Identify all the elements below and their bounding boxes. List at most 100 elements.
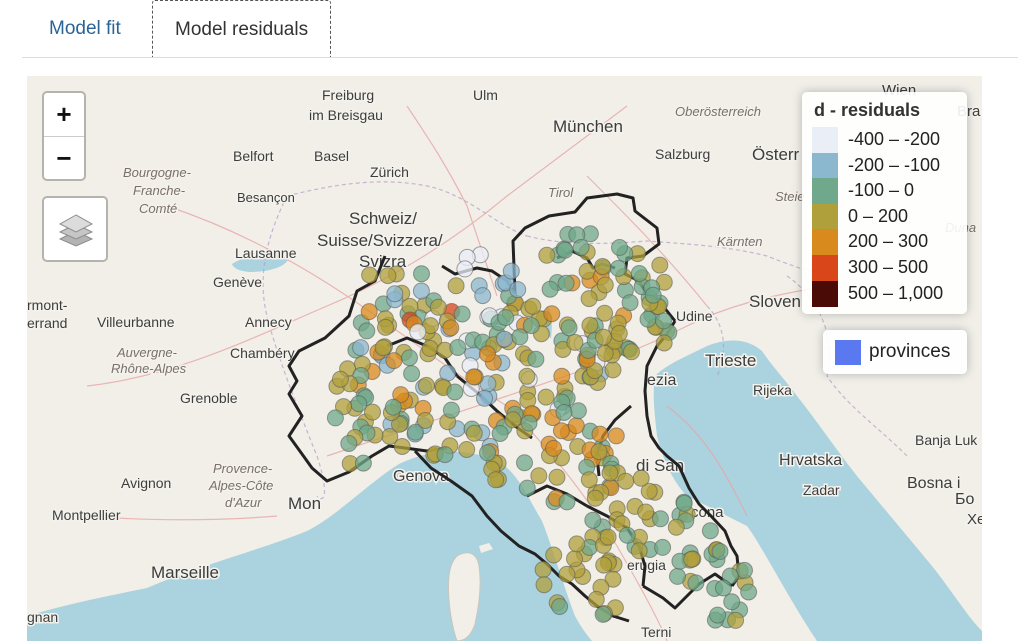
residual-point[interactable] — [610, 324, 628, 342]
residual-point[interactable] — [580, 471, 598, 489]
residual-point[interactable] — [354, 454, 372, 472]
residual-point[interactable] — [476, 389, 493, 407]
residual-point[interactable] — [580, 290, 598, 308]
residual-point[interactable] — [557, 274, 575, 292]
residual-point[interactable] — [595, 328, 612, 346]
residual-point[interactable] — [709, 606, 727, 624]
residual-point[interactable] — [449, 339, 467, 356]
residual-point[interactable] — [417, 376, 435, 394]
residual-point[interactable] — [496, 330, 513, 348]
residual-point[interactable] — [652, 510, 669, 528]
map-view[interactable]: Freiburg im Breisgau Ulm München Oberösterre… — [27, 76, 982, 641]
residual-point[interactable] — [687, 574, 705, 592]
residual-point[interactable] — [548, 468, 566, 486]
residual-point[interactable] — [667, 518, 685, 536]
residual-point[interactable] — [545, 546, 563, 564]
residual-point[interactable] — [596, 276, 614, 294]
residual-point[interactable] — [442, 319, 460, 337]
residual-point[interactable] — [556, 241, 574, 259]
zoom-out-button[interactable]: − — [44, 137, 84, 180]
residual-point[interactable] — [558, 565, 576, 583]
residual-point[interactable] — [377, 318, 394, 336]
residual-point[interactable] — [623, 343, 640, 361]
residual-point[interactable] — [736, 561, 753, 579]
residual-point[interactable] — [669, 567, 686, 585]
residual-point[interactable] — [509, 281, 527, 299]
residual-point[interactable] — [590, 443, 608, 461]
residual-point[interactable] — [379, 267, 397, 285]
residual-point[interactable] — [555, 404, 573, 421]
tab-model-fit[interactable]: Model fit — [27, 0, 143, 57]
residual-point[interactable] — [651, 256, 669, 274]
provinces-overlay-toggle[interactable]: provinces — [823, 330, 967, 374]
residual-point[interactable] — [340, 435, 358, 452]
residual-point[interactable] — [465, 424, 483, 442]
tab-model-residuals[interactable]: Model residuals — [152, 0, 332, 58]
residual-point[interactable] — [360, 303, 378, 321]
residual-point[interactable] — [497, 309, 515, 327]
residual-point[interactable] — [446, 383, 464, 401]
residual-point[interactable] — [586, 489, 604, 507]
residual-point[interactable] — [516, 454, 533, 472]
residual-point[interactable] — [714, 579, 732, 597]
residual-point[interactable] — [611, 239, 628, 256]
residual-point[interactable] — [409, 323, 427, 341]
residual-point[interactable] — [436, 446, 454, 464]
residual-point[interactable] — [538, 246, 556, 264]
residual-point[interactable] — [740, 583, 758, 601]
residual-point[interactable] — [352, 339, 370, 357]
residual-point[interactable] — [572, 239, 590, 256]
residual-point[interactable] — [617, 472, 635, 490]
residual-point[interactable] — [474, 287, 492, 305]
residual-point[interactable] — [560, 319, 578, 337]
residual-point[interactable] — [429, 298, 447, 316]
residual-point[interactable] — [566, 333, 584, 351]
residual-point[interactable] — [621, 294, 639, 312]
residual-point[interactable] — [543, 305, 561, 323]
residual-point[interactable] — [604, 361, 622, 379]
residual-point[interactable] — [331, 370, 349, 388]
residual-point[interactable] — [675, 494, 693, 512]
residual-point[interactable] — [569, 402, 587, 420]
residual-point[interactable] — [361, 266, 379, 284]
residual-point[interactable] — [578, 262, 596, 280]
residual-point[interactable] — [568, 535, 586, 553]
residual-point[interactable] — [530, 467, 548, 485]
residual-point[interactable] — [701, 522, 719, 540]
residual-point[interactable] — [385, 352, 403, 370]
residual-point[interactable] — [581, 316, 599, 334]
residual-point[interactable] — [541, 280, 559, 298]
residual-point[interactable] — [655, 312, 672, 330]
residual-point[interactable] — [453, 305, 471, 323]
residual-point[interactable] — [594, 258, 612, 275]
residual-point[interactable] — [522, 317, 540, 335]
residual-point[interactable] — [601, 464, 619, 482]
residual-point[interactable] — [551, 598, 569, 615]
residual-point[interactable] — [465, 368, 483, 386]
residual-point[interactable] — [683, 550, 701, 568]
residual-point[interactable] — [566, 550, 583, 568]
residual-point[interactable] — [723, 593, 741, 611]
residual-point[interactable] — [386, 285, 404, 303]
residual-point[interactable] — [596, 304, 614, 322]
residual-point[interactable] — [587, 590, 605, 608]
residual-point[interactable] — [403, 365, 421, 383]
residual-point[interactable] — [458, 441, 476, 458]
residual-point[interactable] — [584, 511, 602, 529]
residual-point[interactable] — [545, 439, 563, 457]
layers-button[interactable] — [42, 196, 108, 262]
residual-point[interactable] — [630, 542, 648, 560]
residual-point[interactable] — [504, 411, 522, 429]
residual-point[interactable] — [553, 367, 571, 385]
residual-point[interactable] — [524, 297, 542, 315]
residual-point[interactable] — [447, 277, 465, 295]
residual-point[interactable] — [401, 349, 418, 367]
residual-point[interactable] — [595, 556, 613, 574]
residual-point[interactable] — [439, 364, 457, 382]
residual-point[interactable] — [518, 367, 536, 385]
residual-point[interactable] — [632, 469, 650, 487]
residual-point[interactable] — [637, 503, 655, 521]
residual-point[interactable] — [594, 605, 612, 623]
residual-point[interactable] — [644, 286, 662, 304]
residual-point[interactable] — [599, 528, 617, 546]
